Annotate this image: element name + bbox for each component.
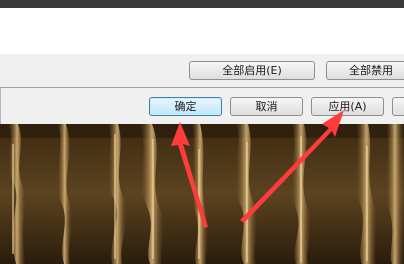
cancel-button[interactable]: 取消	[230, 97, 303, 116]
dialog-button-bar: 确定 取消 应用(A)	[0, 88, 404, 124]
desktop-wallpaper	[0, 124, 404, 264]
apply-button[interactable]: 应用(A)	[311, 97, 384, 116]
help-button-partial[interactable]	[392, 97, 404, 116]
enable-all-button[interactable]: 全部启用(E)	[189, 61, 315, 80]
window-top-strip	[0, 0, 404, 8]
ok-button[interactable]: 确定	[149, 97, 222, 116]
disable-all-button[interactable]: 全部禁用	[326, 61, 404, 80]
startup-actions-panel: 全部启用(E) 全部禁用	[0, 54, 404, 87]
list-content-area	[0, 8, 404, 55]
